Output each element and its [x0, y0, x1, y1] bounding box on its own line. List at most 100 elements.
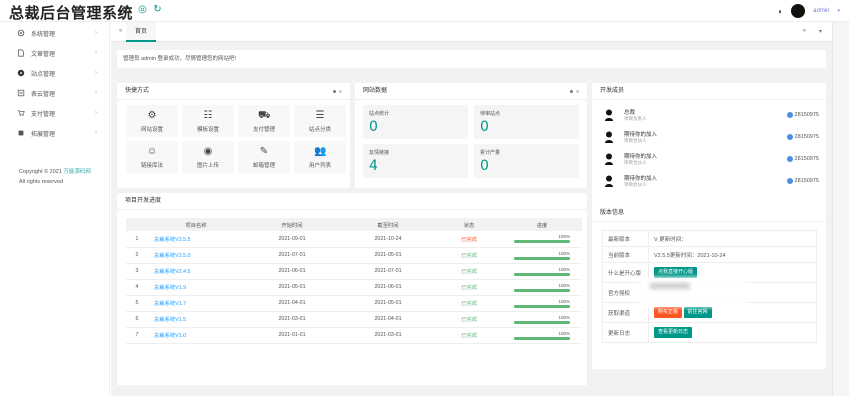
- sidebar-item-article[interactable]: 文章管理 ›: [0, 43, 109, 63]
- progress-track: [514, 272, 570, 276]
- progress-fill: [514, 272, 570, 276]
- table-row: 6 总裁系统V1.5 2021-03-01 2021-04-01 已完成 100%: [126, 311, 582, 328]
- progress-percent: 100%: [558, 298, 570, 304]
- project-name-link[interactable]: 总裁系统V2.4.5: [148, 263, 244, 280]
- palette-icon[interactable]: ◐: [778, 7, 783, 16]
- buy-button[interactable]: 购买正版: [654, 307, 683, 318]
- dev-qq[interactable]: 28150975: [786, 156, 819, 162]
- dev-qq[interactable]: 28150975: [786, 112, 819, 118]
- main-content: « 首页 » ▾ 管理员 admin 登录成功，尽情管理您的网站吧! 快捷方式 …: [111, 22, 832, 396]
- quick-site-category[interactable]: ☰ 站点分类: [294, 105, 346, 137]
- progress-bar: 100%: [514, 315, 570, 324]
- sidebar-item-pay[interactable]: 支付管理 ›: [0, 103, 109, 123]
- quick-mail[interactable]: ✎ 邮箱管理: [238, 141, 290, 173]
- chevron-right-icon: ›: [95, 50, 97, 56]
- devs-title: 开发成员: [600, 88, 625, 94]
- sidebar-item-system[interactable]: 系统管理 ›: [0, 23, 109, 43]
- avatar[interactable]: [791, 4, 806, 18]
- copyright-link[interactable]: 万能源码网: [63, 169, 91, 175]
- progress-table: 项目名称 开始时间 截至时间 状态 进度 1 总裁系统V2.5.5 2021-09-…: [126, 218, 582, 344]
- quick-pay-manage[interactable]: ⛟ 支付管理: [238, 105, 290, 137]
- quick-label: 支付管理: [252, 126, 275, 133]
- progress-percent: 100%: [558, 330, 570, 336]
- official-site-button[interactable]: 前往官网: [683, 307, 712, 318]
- start-date: 2021-07-01: [244, 247, 340, 264]
- row-number: 3: [126, 263, 148, 280]
- chevron-down-icon[interactable]: ▾: [819, 28, 822, 35]
- quick-links[interactable]: ☺ 链接库法: [126, 141, 178, 173]
- dev-member: 期待你的加入 项目合伙人 28150975: [604, 174, 819, 190]
- quick-label: 邮箱管理: [252, 162, 275, 169]
- table-row: 1 总裁系统V2.5.5 2021-09-01 2021-10-24 已完成 100%: [126, 231, 582, 248]
- dev-qq[interactable]: 28150975: [786, 134, 819, 140]
- progress-fill: [514, 240, 570, 244]
- card-title: 版本信息: [592, 205, 826, 222]
- card-title: 快捷方式: [117, 83, 350, 100]
- stat-friend-links[interactable]: 友情链接 4: [363, 144, 468, 178]
- stat-value: 0: [369, 119, 378, 135]
- dev-qq[interactable]: 28150975: [786, 178, 819, 184]
- stat-label: 友情链接: [369, 150, 390, 156]
- blurred-region: [640, 277, 748, 307]
- progress-percent: 100%: [558, 282, 570, 288]
- quick-users[interactable]: 👥 用户列表: [294, 141, 346, 173]
- sidebar-item-site[interactable]: 站点管理 ›: [0, 63, 109, 83]
- version-key: 更新日志: [602, 322, 649, 343]
- quick-image-upload[interactable]: ◉ 图片上传: [182, 141, 234, 173]
- copyright-text: Copyright © 2021: [19, 169, 62, 175]
- project-name-link[interactable]: 总裁系统V1.0: [148, 327, 244, 344]
- admin-name[interactable]: admin: [813, 8, 829, 14]
- globe-icon[interactable]: ◎: [137, 4, 148, 15]
- qq-icon: [786, 134, 793, 140]
- sidebar-item-cloud[interactable]: 表云管理 ›: [0, 83, 109, 103]
- project-name-link[interactable]: 总裁系统V2.5.0: [148, 247, 244, 264]
- chevron-down-icon[interactable]: ▾: [837, 8, 840, 14]
- project-name-link[interactable]: 总裁系统V1.9: [148, 279, 244, 296]
- carousel-dots[interactable]: [333, 90, 342, 93]
- quick-label: 用户列表: [308, 162, 331, 169]
- progress-cell: 100%: [502, 263, 582, 280]
- sidebar-item-label: 表云管理: [31, 91, 56, 98]
- sidebar-item-label: 站点管理: [31, 71, 56, 78]
- avatar-icon: [605, 153, 613, 165]
- sidebar-item-extend[interactable]: 拓展管理 ›: [0, 123, 109, 143]
- stat-pending[interactable]: 待审站点 0: [474, 105, 579, 139]
- double-right-icon[interactable]: »: [803, 28, 806, 34]
- header-user-area: ◐ admin ▾: [778, 1, 840, 21]
- copyright: Copyright © 2021 万能源码网 All rights reserv…: [19, 167, 91, 187]
- double-left-icon[interactable]: «: [119, 28, 122, 34]
- stat-value: 0: [480, 119, 489, 135]
- changelog-button[interactable]: 查看更新日志: [654, 327, 693, 338]
- cloud-doc-icon: [17, 89, 25, 97]
- compass-icon: [17, 69, 25, 77]
- dev-role: 项目合伙人: [624, 138, 647, 143]
- end-date: 2021-05-01: [340, 295, 436, 312]
- quick-template-settings[interactable]: ☷ 模板设置: [182, 105, 234, 137]
- project-name-link[interactable]: 总裁系统V1.5: [148, 311, 244, 328]
- project-name-link[interactable]: 总裁系统V2.5.5: [148, 231, 244, 248]
- stat-output[interactable]: 累计产量 0: [474, 144, 579, 178]
- scrollbar[interactable]: [832, 22, 849, 396]
- dev-member: 总裁 项目负责人 28150975: [604, 108, 819, 124]
- chevron-right-icon: ›: [95, 90, 97, 96]
- gear-icon: [17, 29, 25, 37]
- users-icon: 👥: [314, 145, 327, 157]
- tab-home[interactable]: 首页: [126, 22, 157, 42]
- version-key: 当前版本: [602, 246, 649, 263]
- col-header: 进度: [502, 218, 582, 231]
- project-name-link[interactable]: 总裁系统V1.7: [148, 295, 244, 312]
- dev-role: 项目负责人: [624, 116, 647, 121]
- stat-site-count[interactable]: 站点统计 0: [363, 105, 468, 139]
- carousel-dots[interactable]: [570, 90, 579, 93]
- stat-value: 4: [369, 158, 378, 174]
- quick-actions-card: 快捷方式 ⚙ 网站设置 ☷ 模板设置 ⛟ 支付管理 ☰ 站点分类 ☺ 链接库法 ◉ 图片上传…: [117, 83, 350, 188]
- progress-percent: 100%: [558, 234, 570, 240]
- site-stats-card: 网站数据 站点统计 0 待审站点 0 友情链接 4 累计产量 0: [355, 83, 587, 188]
- progress-cell: 100%: [502, 327, 582, 344]
- quick-site-settings[interactable]: ⚙ 网站设置: [126, 105, 178, 137]
- dev-role: 项目合伙人: [624, 182, 647, 187]
- qq-icon: [786, 156, 793, 162]
- table-header-row: 项目名称 开始时间 截至时间 状态 进度: [126, 218, 582, 231]
- menu-icon[interactable]: ≡: [119, 4, 130, 15]
- refresh-icon[interactable]: ↻: [152, 4, 163, 15]
